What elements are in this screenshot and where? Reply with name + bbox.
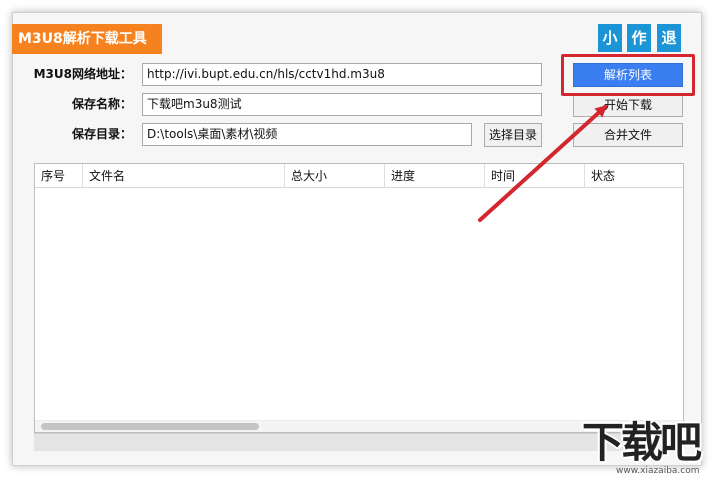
merge-files-button[interactable]: 合并文件 <box>573 123 683 147</box>
column-filename-header[interactable]: 文件名 <box>83 164 285 188</box>
column-index-header[interactable]: 序号 <box>35 164 83 188</box>
exit-button[interactable]: 退 <box>657 24 681 52</box>
column-progress-header[interactable]: 进度 <box>385 164 485 188</box>
start-download-button[interactable]: 开始下载 <box>573 93 683 117</box>
app-title: M3U8解析下载工具 <box>12 24 162 54</box>
download-table: 序号 文件名 总大小 进度 时间 状态 <box>34 163 684 433</box>
column-time-header[interactable]: 时间 <box>485 164 585 188</box>
parse-list-button[interactable]: 解析列表 <box>573 63 683 87</box>
horizontal-scrollbar[interactable] <box>35 420 683 432</box>
column-status-header[interactable]: 状态 <box>585 164 683 188</box>
table-header: 序号 文件名 总大小 进度 时间 状态 <box>35 164 683 188</box>
m3u8-url-input[interactable]: http://ivi.bupt.edu.cn/hls/cctv1hd.m3u8 <box>142 63 542 86</box>
select-directory-button[interactable]: 选择目录 <box>484 123 542 147</box>
horizontal-scrollbar-thumb[interactable] <box>41 423 259 430</box>
author-button[interactable]: 作 <box>627 24 651 52</box>
status-strip <box>34 433 684 451</box>
column-size-header[interactable]: 总大小 <box>285 164 385 188</box>
watermark-url-text: www.xiazaiba.com <box>616 466 700 476</box>
save-directory-input[interactable]: D:\tools\桌面\素材\视频 <box>142 123 472 146</box>
save-name-input[interactable]: 下载吧m3u8测试 <box>142 93 542 116</box>
minimize-button[interactable]: 小 <box>598 24 622 52</box>
save-name-label: 保存名称： <box>71 97 132 111</box>
m3u8-url-label: M3U8网络地址： <box>33 67 132 81</box>
save-directory-label: 保存目录： <box>71 127 132 141</box>
